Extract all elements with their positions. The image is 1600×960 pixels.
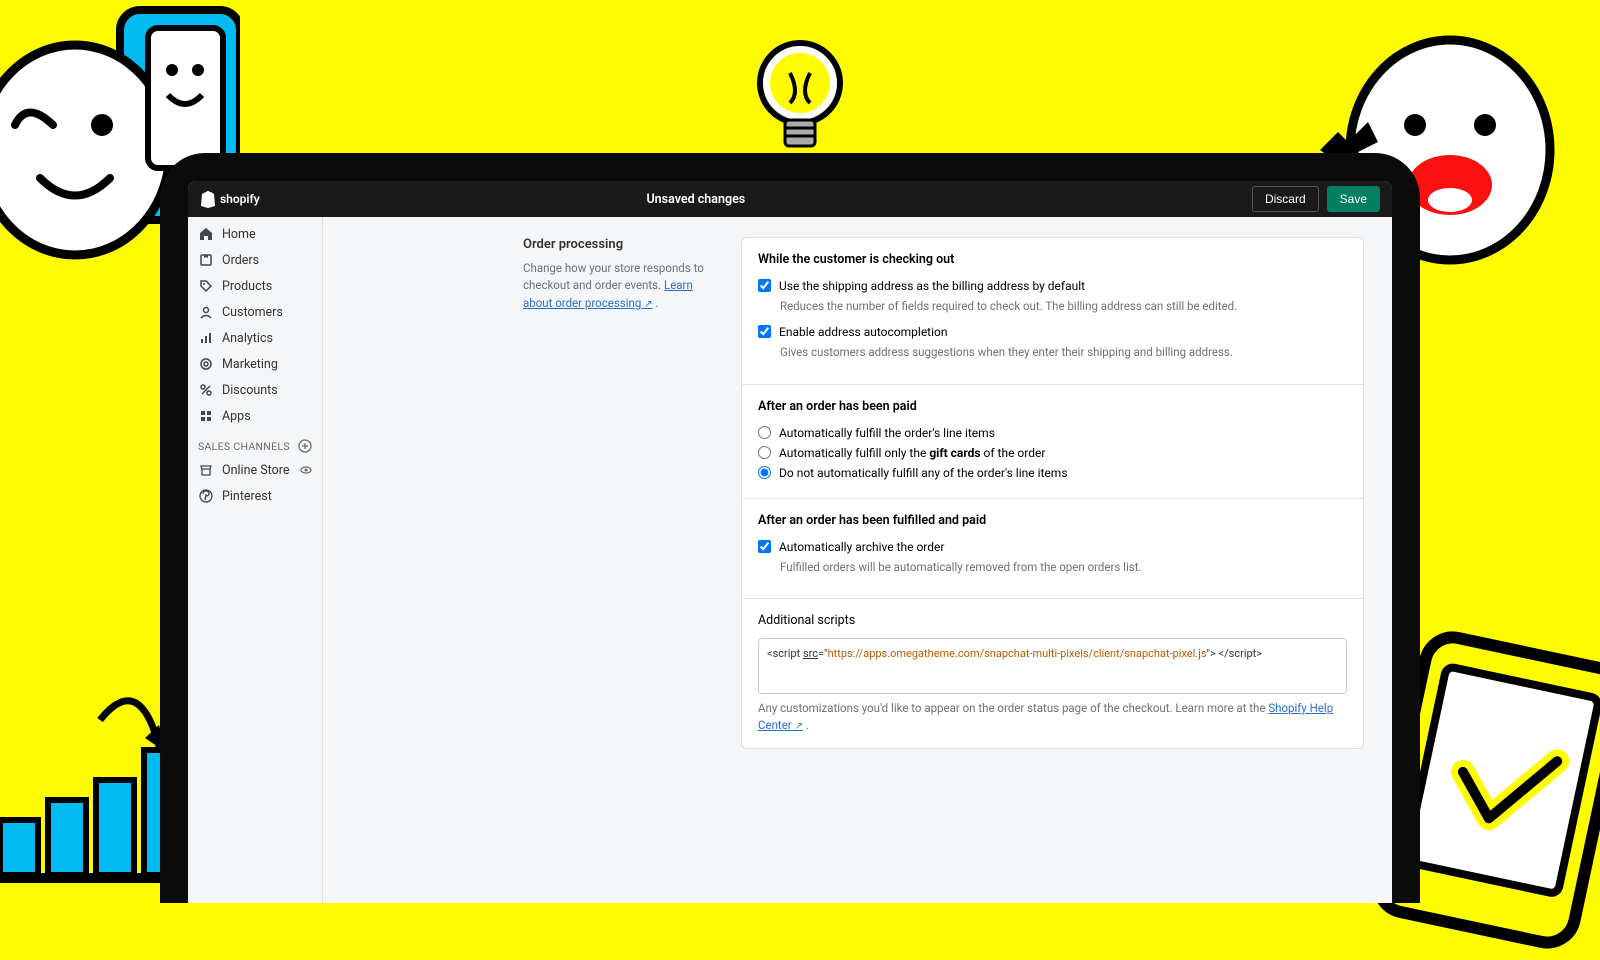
section-checkout: While the customer is checking out Use t… bbox=[742, 238, 1363, 385]
nav-products[interactable]: Products bbox=[188, 273, 322, 299]
nav-pinterest[interactable]: Pinterest bbox=[188, 483, 322, 509]
nav-home[interactable]: Home bbox=[188, 221, 322, 247]
section-title: Order processing bbox=[523, 237, 723, 252]
discounts-icon bbox=[198, 382, 214, 398]
radio-no-auto-fulfill[interactable]: Do not automatically fulfill any of the … bbox=[758, 464, 1347, 482]
pinterest-icon bbox=[198, 488, 214, 504]
after-paid-title: After an order has been paid bbox=[758, 399, 1347, 414]
checkbox-auto-archive[interactable]: Automatically archive the order bbox=[758, 538, 1347, 556]
products-icon bbox=[198, 278, 214, 294]
nav-customers[interactable]: Customers bbox=[188, 299, 322, 325]
section-after-paid: After an order has been paid Automatical… bbox=[742, 385, 1363, 499]
help-auto-archive: Fulfilled orders will be automatically r… bbox=[780, 559, 1347, 576]
topbar: shopify Unsaved changes Discard Save bbox=[188, 181, 1392, 217]
analytics-icon bbox=[198, 330, 214, 346]
nav-marketing[interactable]: Marketing bbox=[188, 351, 322, 377]
sidebar-section-channels: SALES CHANNELS bbox=[188, 429, 322, 457]
store-icon bbox=[198, 462, 214, 478]
save-button[interactable]: Save bbox=[1327, 186, 1380, 212]
nav-online-store[interactable]: Online Store bbox=[188, 457, 322, 483]
nav-orders[interactable]: Orders bbox=[188, 247, 322, 273]
settings-panel: While the customer is checking out Use t… bbox=[741, 237, 1364, 749]
eye-icon[interactable] bbox=[300, 464, 312, 476]
add-channel-icon[interactable] bbox=[298, 439, 312, 453]
apps-icon bbox=[198, 408, 214, 424]
orders-icon bbox=[198, 252, 214, 268]
nav-discounts[interactable]: Discounts bbox=[188, 377, 322, 403]
brand-text: shopify bbox=[220, 192, 260, 206]
discard-button[interactable]: Discard bbox=[1252, 186, 1319, 212]
help-shipping-billing: Reduces the number of fields required to… bbox=[780, 298, 1347, 315]
marketing-icon bbox=[198, 356, 214, 372]
external-icon: ↗ bbox=[795, 721, 803, 732]
home-icon bbox=[198, 226, 214, 242]
scripts-help: Any customizations you'd like to appear … bbox=[758, 700, 1347, 735]
content-area: Order processing Change how your store r… bbox=[323, 217, 1392, 903]
unsaved-changes-title: Unsaved changes bbox=[260, 192, 1252, 207]
shopify-logo: shopify bbox=[200, 190, 260, 208]
section-after-fulfilled: After an order has been fulfilled and pa… bbox=[742, 499, 1363, 599]
after-fulfilled-title: After an order has been fulfilled and pa… bbox=[758, 513, 1347, 528]
checkbox-autocomplete[interactable]: Enable address autocompletion bbox=[758, 323, 1347, 341]
nav-apps[interactable]: Apps bbox=[188, 403, 322, 429]
laptop-frame: shopify Unsaved changes Discard Save Hom… bbox=[160, 153, 1420, 903]
decoration-lightbulb bbox=[755, 38, 845, 168]
screen: shopify Unsaved changes Discard Save Hom… bbox=[188, 181, 1392, 903]
checkbox-shipping-billing[interactable]: Use the shipping address as the billing … bbox=[758, 277, 1347, 295]
section-intro: Order processing Change how your store r… bbox=[523, 237, 723, 749]
radio-auto-fulfill-all[interactable]: Automatically fulfill the order's line i… bbox=[758, 424, 1347, 442]
section-additional-scripts: Additional scripts <script src="https://… bbox=[742, 599, 1363, 749]
external-icon: ↗ bbox=[644, 299, 652, 310]
help-autocomplete: Gives customers address suggestions when… bbox=[780, 344, 1347, 361]
radio-auto-fulfill-giftcards[interactable]: Automatically fulfill only the gift card… bbox=[758, 444, 1347, 462]
scripts-textarea[interactable]: <script src="https://apps.omegatheme.com… bbox=[758, 638, 1347, 694]
nav-analytics[interactable]: Analytics bbox=[188, 325, 322, 351]
sidebar: Home Orders Products Customers Analytics… bbox=[188, 217, 323, 903]
scripts-title: Additional scripts bbox=[758, 613, 1347, 628]
customers-icon bbox=[198, 304, 214, 320]
checkout-title: While the customer is checking out bbox=[758, 252, 1347, 267]
